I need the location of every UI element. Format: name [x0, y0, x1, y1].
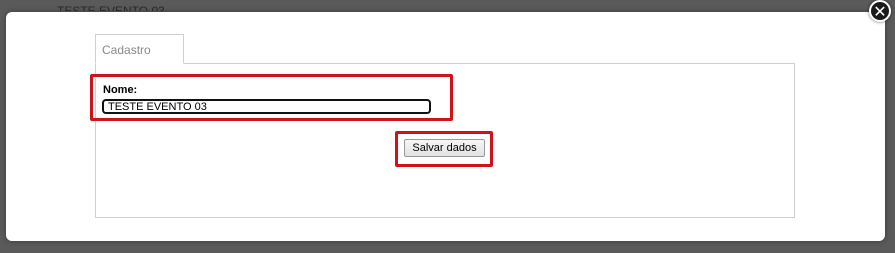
close-button[interactable]: ✕: [869, 0, 891, 22]
tab-cadastro-label: Cadastro: [102, 43, 151, 57]
save-button[interactable]: Salvar dados: [404, 139, 485, 157]
name-input[interactable]: [102, 99, 431, 114]
tab-cadastro[interactable]: Cadastro: [95, 34, 184, 64]
background-page-title: TESTE EVENTO 03: [57, 4, 165, 11]
name-label: Nome:: [103, 84, 138, 96]
close-icon: ✕: [873, 4, 887, 21]
